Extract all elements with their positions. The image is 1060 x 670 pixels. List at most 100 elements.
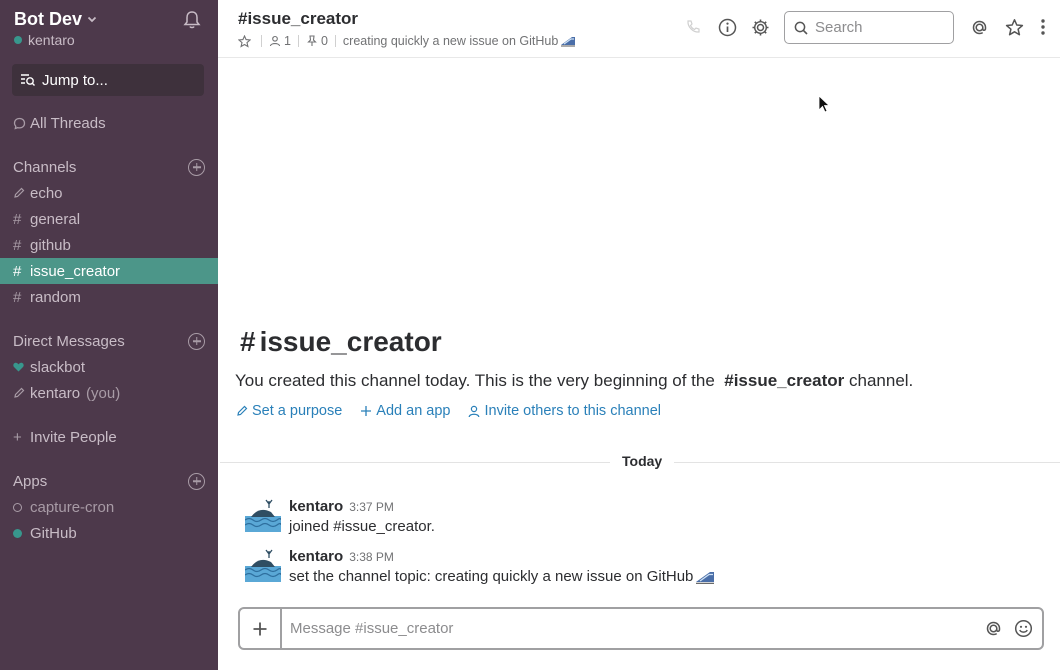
message-item: kentaro 3:37 PM joined #issue_creator. bbox=[245, 498, 1045, 538]
message-header: kentaro 3:38 PM bbox=[289, 548, 394, 565]
sidebar-dm-kentaro[interactable]: kentaro (you) bbox=[13, 380, 120, 406]
sidebar: Bot Dev kentaro Jump to... All Threads C… bbox=[0, 0, 218, 670]
pin-count[interactable]: 0 bbox=[321, 34, 328, 48]
channel-meta: 1 0 creating quickly a new issue on GitH… bbox=[238, 34, 579, 48]
message-author[interactable]: kentaro bbox=[289, 548, 343, 565]
phone-icon[interactable] bbox=[683, 17, 703, 37]
sidebar-app-capture-cron[interactable]: capture-cron bbox=[13, 494, 114, 520]
jump-to-label: Jump to... bbox=[42, 71, 108, 89]
emoji-icon[interactable] bbox=[1012, 618, 1034, 640]
member-icon bbox=[269, 35, 281, 47]
message-text: joined #issue_creator. bbox=[289, 518, 435, 535]
current-user-name: kentaro bbox=[28, 32, 75, 48]
mention-icon[interactable] bbox=[982, 618, 1004, 640]
bell-icon[interactable] bbox=[182, 10, 202, 30]
message-input[interactable] bbox=[282, 620, 982, 637]
apps-header[interactable]: Apps bbox=[13, 469, 205, 493]
train-emoji-icon bbox=[560, 35, 576, 47]
channel-title[interactable]: #issue_creator bbox=[238, 9, 358, 29]
search-input[interactable] bbox=[815, 19, 945, 36]
message-item: kentaro 3:38 PM set the channel topic: c… bbox=[245, 548, 1045, 588]
all-threads-label: All Threads bbox=[30, 114, 106, 132]
invite-people-button[interactable]: + Invite People bbox=[13, 424, 117, 450]
channel-hash-icon: # bbox=[13, 236, 22, 254]
message-timestamp[interactable]: 3:38 PM bbox=[349, 550, 394, 564]
channel-intro-actions: Set a purpose Add an app Invite others t… bbox=[236, 403, 679, 419]
team-name-row[interactable]: Bot Dev bbox=[14, 8, 204, 30]
sidebar-app-github[interactable]: GitHub bbox=[13, 520, 77, 546]
set-purpose-link[interactable]: Set a purpose bbox=[236, 403, 342, 419]
channels-header[interactable]: Channels bbox=[13, 155, 205, 179]
gear-icon[interactable] bbox=[750, 17, 770, 37]
sidebar-channel-random[interactable]: # random bbox=[13, 284, 81, 310]
intro-hash: # bbox=[240, 326, 256, 357]
info-icon[interactable] bbox=[717, 17, 737, 37]
channel-name: echo bbox=[30, 184, 63, 202]
attach-button[interactable] bbox=[240, 609, 282, 648]
message-author[interactable]: kentaro bbox=[289, 498, 343, 515]
add-app-icon[interactable] bbox=[188, 472, 205, 490]
direct-messages-header[interactable]: Direct Messages bbox=[13, 329, 205, 353]
message-text: set the channel topic: creating quickly … bbox=[289, 568, 694, 585]
search-icon bbox=[794, 21, 808, 35]
all-threads[interactable]: All Threads bbox=[13, 110, 106, 136]
invite-people-label: Invite People bbox=[30, 428, 117, 446]
intro-channel-name: issue_creator bbox=[259, 326, 442, 357]
invite-others-label: Invite others to this channel bbox=[484, 403, 662, 419]
channel-name: issue_creator bbox=[30, 262, 121, 280]
star-icon[interactable] bbox=[238, 34, 251, 48]
sidebar-channel-echo[interactable]: echo bbox=[13, 180, 63, 206]
add-app-link[interactable]: Add an app bbox=[360, 403, 450, 419]
jump-to-icon bbox=[21, 74, 35, 86]
team-header[interactable]: Bot Dev kentaro bbox=[14, 8, 204, 52]
channel-name: general bbox=[30, 210, 81, 228]
member-count[interactable]: 1 bbox=[284, 34, 291, 48]
plus-icon: + bbox=[13, 428, 22, 446]
avatar[interactable] bbox=[245, 548, 281, 584]
intro-text-before: You created this channel today. This is … bbox=[235, 371, 715, 390]
meta-separator bbox=[334, 35, 336, 47]
sidebar-channel-github[interactable]: # github bbox=[13, 232, 71, 258]
avatar[interactable] bbox=[245, 498, 281, 534]
message-timestamp[interactable]: 3:37 PM bbox=[349, 500, 394, 514]
mention-icon[interactable] bbox=[969, 17, 989, 37]
channel-topic[interactable]: creating quickly a new issue on GitHub bbox=[343, 34, 558, 48]
mouse-cursor-icon bbox=[818, 95, 830, 113]
meta-separator bbox=[297, 35, 299, 47]
sidebar-channel-issue-creator[interactable]: # issue_creator bbox=[13, 258, 120, 284]
add-channel-icon[interactable] bbox=[188, 158, 205, 176]
add-dm-icon[interactable] bbox=[188, 332, 205, 350]
channel-hash-icon: # bbox=[13, 288, 22, 306]
meta-separator bbox=[261, 35, 262, 47]
star-icon[interactable] bbox=[1004, 17, 1024, 37]
set-purpose-label: Set a purpose bbox=[252, 403, 343, 419]
jump-to-button[interactable]: Jump to... bbox=[12, 64, 204, 96]
train-emoji-icon bbox=[696, 571, 715, 584]
channel-name: github bbox=[30, 236, 71, 254]
channel-hash-icon: # bbox=[13, 210, 22, 228]
dm-header-label: Direct Messages bbox=[13, 332, 125, 350]
threads-icon bbox=[13, 117, 30, 130]
channel-hash-icon: # bbox=[13, 262, 22, 280]
more-vertical-icon[interactable] bbox=[1033, 17, 1053, 37]
app-name: GitHub bbox=[30, 524, 77, 542]
channel-header: #issue_creator 1 0 creating quickly a ne… bbox=[218, 0, 1060, 58]
away-status-icon bbox=[13, 502, 30, 512]
current-user: kentaro bbox=[14, 32, 204, 48]
channel-name: random bbox=[30, 288, 81, 306]
sidebar-channel-general[interactable]: # general bbox=[13, 206, 80, 232]
presence-dot bbox=[14, 36, 22, 44]
pencil-icon bbox=[13, 387, 30, 399]
chevron-down-icon bbox=[87, 16, 97, 23]
invite-others-link[interactable]: Invite others to this channel bbox=[468, 403, 661, 419]
pencil-icon bbox=[237, 405, 248, 416]
plus-icon bbox=[253, 622, 267, 635]
sidebar-dm-slackbot[interactable]: slackbot bbox=[13, 354, 85, 380]
dm-name: kentaro bbox=[30, 384, 81, 402]
apps-header-label: Apps bbox=[13, 472, 48, 490]
plus-icon bbox=[361, 406, 372, 416]
online-status-icon bbox=[13, 528, 30, 538]
you-label: (you) bbox=[86, 384, 121, 402]
intro-channel-link[interactable]: #issue_creator bbox=[724, 371, 844, 390]
search-box[interactable] bbox=[784, 11, 954, 44]
